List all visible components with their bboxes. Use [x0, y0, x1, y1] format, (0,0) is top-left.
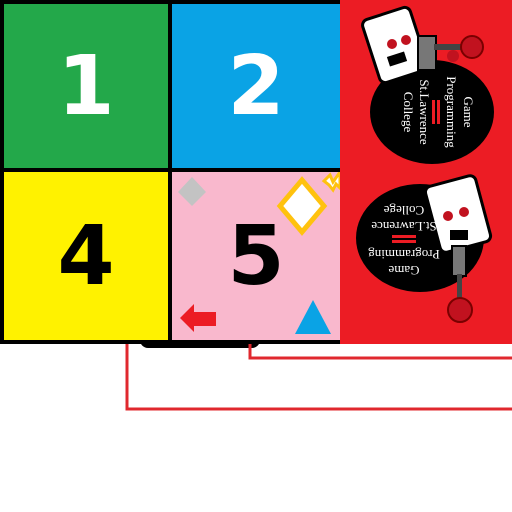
red-wires: [125, 344, 512, 411]
wire-outer: [125, 344, 512, 411]
wire-inner: [248, 344, 512, 360]
game-board: 1 2 Game Programming St.Lawrence College…: [0, 0, 512, 512]
